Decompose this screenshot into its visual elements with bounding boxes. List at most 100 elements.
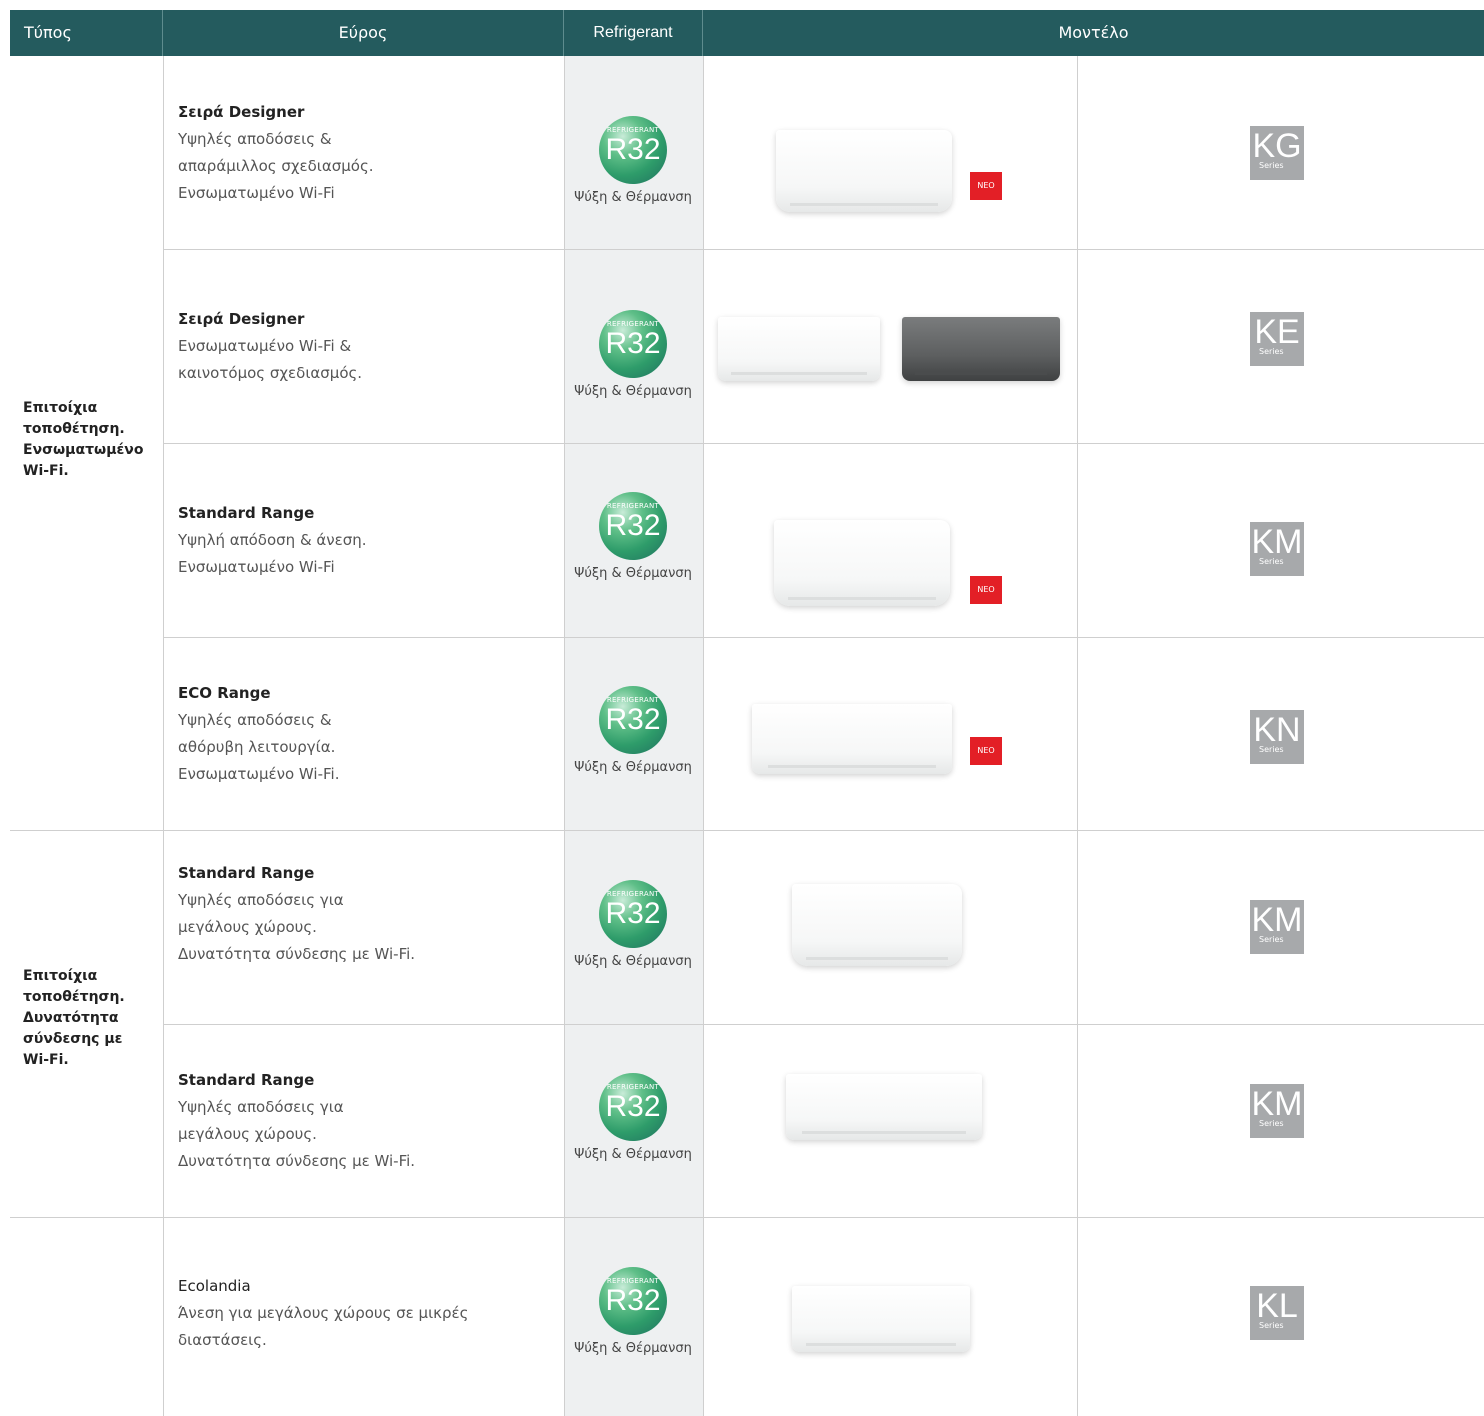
table-header: Τύπος Εύρος Refrigerant Μοντέλο	[10, 10, 1484, 56]
refrigerant-cell: REFRIGERANT R32 Ψύξη & Θέρμανση	[564, 1267, 702, 1356]
model-badge: KE Series	[1250, 312, 1304, 366]
grid-line	[10, 830, 1484, 831]
ac-unit-image	[776, 130, 952, 212]
range-title: Ecolandia	[178, 1277, 251, 1295]
range-cell: Σειρά Designer Ενσωματωμένο Wi-Fi & καιν…	[178, 306, 558, 387]
range-line: Ενσωματωμένο Wi-Fi	[178, 184, 335, 202]
grid-line	[163, 249, 1484, 250]
ac-unit-image	[774, 520, 950, 606]
range-cell: Standard Range Υψηλές αποδόσεις για μεγά…	[178, 1067, 558, 1175]
range-line: Υψηλές αποδόσεις &	[178, 711, 332, 729]
range-title: Standard Range	[178, 504, 315, 522]
model-code: KN	[1253, 711, 1301, 749]
model-code: KM	[1251, 901, 1303, 939]
grid-line	[703, 56, 704, 1416]
mode-label: Ψύξη & Θέρμανση	[574, 190, 692, 205]
ref-code: R32	[605, 133, 661, 166]
mode-label: Ψύξη & Θέρμανση	[574, 566, 692, 581]
r32-refrigerant-icon: REFRIGERANT R32	[599, 686, 667, 754]
ref-code: R32	[605, 327, 661, 360]
range-line: Υψηλές αποδόσεις για	[178, 1098, 344, 1116]
neo-badge: NEO	[970, 172, 1002, 200]
ac-unit-image	[792, 884, 962, 966]
refrigerant-cell: REFRIGERANT R32 Ψύξη & Θέρμανση	[564, 1073, 702, 1162]
mode-label: Ψύξη & Θέρμανση	[574, 1341, 692, 1356]
ac-unit-image	[786, 1074, 982, 1140]
neo-badge: NEO	[970, 576, 1002, 604]
range-title: Σειρά Designer	[178, 103, 305, 121]
r32-refrigerant-icon: REFRIGERANT R32	[599, 880, 667, 948]
ref-code: R32	[605, 509, 661, 542]
grid-line	[1077, 56, 1078, 1416]
model-badge: KN Series	[1250, 710, 1304, 764]
range-line: Άνεση για μεγάλους χώρους σε μικρές	[178, 1304, 469, 1322]
range-line: απαράμιλλος σχεδιασμός.	[178, 157, 374, 175]
range-line: Υψηλή απόδοση & άνεση.	[178, 531, 367, 549]
refrigerant-cell: REFRIGERANT R32 Ψύξη & Θέρμανση	[564, 492, 702, 581]
range-line: Υψηλές αποδόσεις για	[178, 891, 344, 909]
range-cell: Standard Range Υψηλές αποδόσεις για μεγά…	[178, 860, 558, 968]
group-type-label: Επιτοίχια τοποθέτηση. Δυνατότητα σύνδεση…	[23, 968, 125, 1068]
range-line: μεγάλους χώρους.	[178, 918, 317, 936]
ref-code: R32	[605, 703, 661, 736]
ref-code: R32	[605, 1090, 661, 1123]
model-badge: KM Series	[1250, 1084, 1304, 1138]
ac-unit-image	[792, 1286, 970, 1352]
header-type: Τύπος	[10, 10, 163, 56]
range-line: καινοτόμος σχεδιασμός.	[178, 364, 363, 382]
range-line: αθόρυβη λειτουργία.	[178, 738, 336, 756]
refrigerant-cell: REFRIGERANT R32 Ψύξη & Θέρμανση	[564, 310, 702, 399]
header-model: Μοντέλο	[1058, 23, 1129, 42]
range-cell: ECO Range Υψηλές αποδόσεις & αθόρυβη λει…	[178, 680, 558, 788]
r32-refrigerant-icon: REFRIGERANT R32	[599, 310, 667, 378]
refrigerant-cell: REFRIGERANT R32 Ψύξη & Θέρμανση	[564, 116, 702, 205]
grid-line	[163, 56, 164, 1416]
r32-refrigerant-icon: REFRIGERANT R32	[599, 1073, 667, 1141]
mode-label: Ψύξη & Θέρμανση	[574, 384, 692, 399]
model-badge: KM Series	[1250, 900, 1304, 954]
model-badge: KL Series	[1250, 1286, 1304, 1340]
range-line: Ενσωματωμένο Wi-Fi.	[178, 765, 340, 783]
ac-unit-grey-image	[902, 317, 1060, 381]
r32-refrigerant-icon: REFRIGERANT R32	[599, 1267, 667, 1335]
range-line: μεγάλους χώρους.	[178, 1125, 317, 1143]
range-cell: Ecolandia Άνεση για μεγάλους χώρους σε μ…	[178, 1273, 558, 1354]
r32-refrigerant-icon: REFRIGERANT R32	[599, 116, 667, 184]
model-code: KL	[1256, 1287, 1298, 1325]
model-badge: KG Series	[1250, 126, 1304, 180]
model-code: KM	[1251, 523, 1303, 561]
range-line: Δυνατότητα σύνδεσης με Wi-Fi.	[178, 1152, 416, 1170]
model-code: KG	[1252, 127, 1302, 165]
range-line: διαστάσεις.	[178, 1331, 267, 1349]
mode-label: Ψύξη & Θέρμανση	[574, 954, 692, 969]
refrigerant-cell: REFRIGERANT R32 Ψύξη & Θέρμανση	[564, 686, 702, 775]
range-title: Σειρά Designer	[178, 310, 305, 328]
r32-refrigerant-icon: REFRIGERANT R32	[599, 492, 667, 560]
neo-badge: NEO	[970, 737, 1002, 765]
grid-line	[163, 1024, 1484, 1025]
range-line: Υψηλές αποδόσεις &	[178, 130, 332, 148]
range-title: Standard Range	[178, 864, 315, 882]
range-title: ECO Range	[178, 684, 271, 702]
grid-line	[163, 637, 1484, 638]
ac-unit-white-image	[718, 317, 880, 381]
grid-line	[10, 1217, 1484, 1218]
mode-label: Ψύξη & Θέρμανση	[574, 760, 692, 775]
refrigerant-cell: REFRIGERANT R32 Ψύξη & Θέρμανση	[564, 880, 702, 969]
range-cell: Σειρά Designer Υψηλές αποδόσεις & απαράμ…	[178, 99, 558, 207]
range-line: Ενσωματωμένο Wi-Fi	[178, 558, 335, 576]
range-line: Δυνατότητα σύνδεσης με Wi-Fi.	[178, 945, 416, 963]
ac-unit-image	[752, 704, 952, 774]
grid-line	[163, 443, 1484, 444]
ref-code: R32	[605, 1284, 661, 1317]
range-line: Ενσωματωμένο Wi-Fi &	[178, 337, 352, 355]
range-cell: Standard Range Υψηλή απόδοση & άνεση. Εν…	[178, 500, 558, 581]
header-refrigerant: Refrigerant	[564, 10, 703, 56]
model-badge: KM Series	[1250, 522, 1304, 576]
group-type-label: Επιτοίχια τοποθέτηση. Ενσωματωμένο Wi-Fi…	[23, 400, 144, 479]
ref-code: R32	[605, 897, 661, 930]
header-range: Εύρος	[163, 10, 564, 56]
model-code: KM	[1251, 1085, 1303, 1123]
range-title: Standard Range	[178, 1071, 315, 1089]
mode-label: Ψύξη & Θέρμανση	[574, 1147, 692, 1162]
